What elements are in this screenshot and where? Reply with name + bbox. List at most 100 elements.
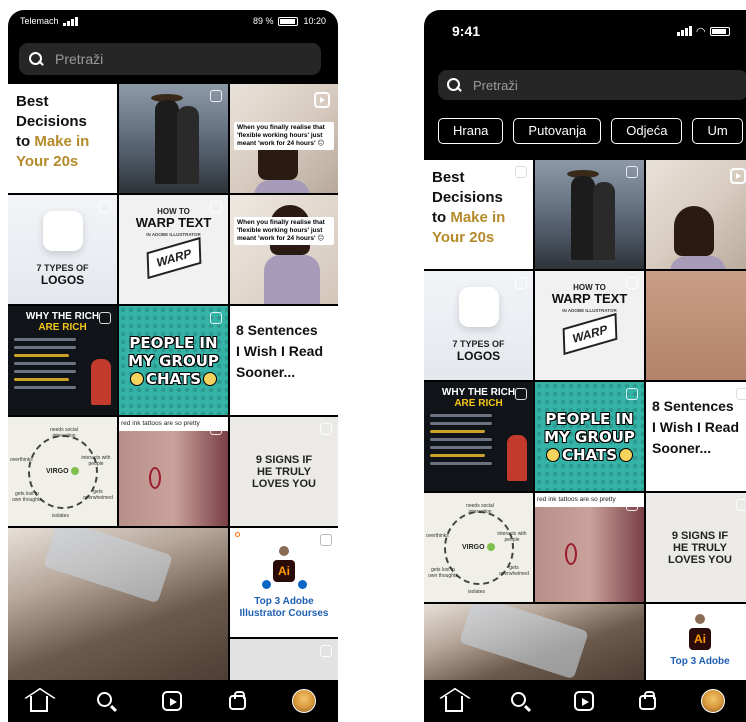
search-bar[interactable]: Pretraži bbox=[19, 43, 321, 75]
multi-post-icon bbox=[320, 645, 332, 657]
post-caption: When you finally realise that 'flexible … bbox=[234, 122, 334, 150]
multi-post-icon bbox=[515, 166, 527, 178]
avatar bbox=[279, 546, 289, 556]
post-caption: When you finally realise that 'flexible … bbox=[234, 217, 334, 245]
post-tile-partial-photo[interactable] bbox=[646, 271, 746, 380]
multi-post-icon bbox=[210, 312, 222, 324]
bottom-nav bbox=[424, 680, 746, 722]
multi-post-icon bbox=[320, 534, 332, 546]
emoji-face-icon bbox=[619, 448, 634, 462]
emoji-face-icon bbox=[203, 372, 218, 386]
status-time: 10:20 bbox=[303, 16, 326, 26]
reels-icon[interactable] bbox=[573, 690, 595, 712]
post-tile-9-signs[interactable]: 9 SIGNS IF HE TRULY LOVES YOU bbox=[646, 493, 746, 602]
linkedin-icon bbox=[298, 580, 307, 589]
battery-icon bbox=[278, 16, 299, 26]
multi-post-icon bbox=[99, 312, 111, 324]
profile-avatar[interactable] bbox=[701, 689, 725, 713]
multi-post-icon bbox=[210, 201, 222, 213]
multi-post-icon bbox=[626, 499, 638, 511]
search-placeholder: Pretraži bbox=[55, 51, 104, 67]
post-tile-warp-text[interactable]: HOW TO WARP TEXT IN ADOBE ILLUSTRATOR WA… bbox=[119, 195, 228, 304]
shop-icon[interactable] bbox=[227, 690, 249, 712]
avatar bbox=[695, 614, 705, 624]
search-icon[interactable] bbox=[95, 690, 118, 713]
post-tile-working-hours-reel[interactable]: When you finally realise that 'flexible … bbox=[230, 84, 338, 193]
search-bar[interactable]: Pretraži bbox=[438, 70, 746, 100]
multi-post-icon bbox=[210, 423, 222, 435]
phone-screen-right: 9:41 ◠ Pretraži Hrana Putovanja Odjeća U… bbox=[424, 10, 746, 722]
multi-post-icon bbox=[210, 90, 222, 102]
post-tile-hair-closeup[interactable] bbox=[424, 604, 644, 684]
home-icon[interactable] bbox=[445, 690, 467, 712]
multi-post-icon bbox=[99, 90, 111, 102]
multi-post-icon bbox=[99, 201, 111, 213]
reel-icon bbox=[314, 92, 330, 108]
home-icon[interactable] bbox=[29, 690, 52, 712]
search-icon bbox=[29, 52, 43, 66]
status-bar: Telemach 89 % 10:20 bbox=[8, 10, 338, 32]
multi-post-icon bbox=[515, 388, 527, 400]
post-tile-virgo[interactable]: needs social interaction overthinks inte… bbox=[424, 493, 533, 602]
chip-odjeca[interactable]: Odjeća bbox=[611, 118, 683, 144]
post-tile-why-rich[interactable]: WHY THE RICH ARE RICH bbox=[8, 306, 117, 415]
profile-avatar[interactable] bbox=[292, 689, 317, 713]
post-tile-adobe-courses[interactable]: Ai Top 3 Adobe Illustrator Courses bbox=[230, 528, 338, 637]
post-tile-8-sentences[interactable]: 8 Sentences I Wish I Read Sooner... bbox=[230, 306, 338, 415]
chip-um[interactable]: Um bbox=[692, 118, 743, 144]
post-tile-best-decisions[interactable]: Best Decisions to Make in Your 20s bbox=[8, 84, 117, 193]
multi-post-icon bbox=[320, 312, 332, 324]
virgo-icon bbox=[70, 467, 79, 475]
chip-putovanja[interactable]: Putovanja bbox=[513, 118, 602, 144]
multi-post-icon bbox=[626, 277, 638, 289]
multi-post-icon bbox=[736, 499, 746, 511]
explore-grid: BestDecisionsto Make inYour 20s When you… bbox=[424, 160, 746, 684]
virgo-icon bbox=[486, 543, 495, 551]
post-tile-warp-text[interactable]: HOW TO WARP TEXT IN ADOBE ILLUSTRATOR WA… bbox=[535, 271, 644, 380]
apple-logo-icon bbox=[458, 287, 499, 327]
carrier-label: Telemach bbox=[20, 16, 59, 26]
post-tile-red-ink-tattoos[interactable]: red ink tattoos are so pretty bbox=[119, 417, 228, 526]
post-tile-stadium-couple[interactable] bbox=[119, 84, 228, 193]
chip-hrana[interactable]: Hrana bbox=[438, 118, 504, 144]
apple-logo-icon bbox=[42, 211, 83, 251]
multi-post-icon bbox=[626, 388, 638, 400]
multi-post-icon bbox=[626, 166, 638, 178]
multi-post-icon bbox=[515, 277, 527, 289]
emoji-face-icon bbox=[129, 372, 144, 386]
post-tile-9-signs[interactable]: 9 SIGNS IF HE TRULY LOVES YOU bbox=[230, 417, 338, 526]
multi-post-icon bbox=[320, 423, 332, 435]
phone-screen-left: Telemach 89 % 10:20 Pretraži Best Decisio… bbox=[8, 10, 338, 722]
post-tile-group-chats[interactable]: PEOPLE IN MY GROUP CHATS bbox=[119, 306, 228, 415]
reels-icon[interactable] bbox=[161, 690, 183, 712]
reel-icon bbox=[730, 168, 746, 184]
explore-grid: BestDecisionsto Make inYour 20s When you… bbox=[8, 84, 338, 691]
post-tile-why-rich[interactable]: WHY THE RICH ARE RICH bbox=[424, 382, 533, 491]
shop-icon[interactable] bbox=[637, 690, 659, 712]
emoji-face-icon bbox=[545, 448, 560, 462]
post-tile-working-hours[interactable]: When you finally realise that 'flexible … bbox=[230, 195, 338, 304]
linkedin-icon bbox=[262, 580, 271, 589]
search-icon[interactable] bbox=[509, 690, 532, 713]
post-tile-red-ink-tattoos[interactable]: red ink tattoos are so pretty bbox=[535, 493, 644, 602]
post-tile-best-decisions[interactable]: Best Decisions to Make in Your 20s bbox=[424, 160, 533, 269]
status-time: 9:41 bbox=[452, 23, 481, 39]
post-tile-logos[interactable]: 7 TYPES OF LOGOS bbox=[424, 271, 533, 380]
post-tile-group-chats[interactable]: PEOPLE IN MY GROUP CHATS bbox=[535, 382, 644, 491]
search-placeholder: Pretraži bbox=[473, 77, 518, 93]
category-chips: Hrana Putovanja Odjeća Um bbox=[438, 118, 743, 144]
post-tile-logos[interactable]: 7 TYPES OF LOGOS bbox=[8, 195, 117, 304]
post-tile-hair-closeup[interactable] bbox=[8, 528, 228, 691]
bottom-nav bbox=[8, 680, 338, 722]
post-tile-8-sentences[interactable]: 8 Sentences I Wish I Read Sooner... bbox=[646, 382, 746, 491]
post-tile-adobe-courses[interactable]: Ai Top 3 Adobe bbox=[646, 604, 746, 684]
post-tile-virgo[interactable]: needs social interaction overthinks inte… bbox=[8, 417, 117, 526]
post-tile-working-hours-reel[interactable]: When you finally realise that 'flexible … bbox=[646, 160, 746, 269]
signal-icon bbox=[676, 26, 692, 36]
battery-percent: 89 % bbox=[252, 16, 274, 26]
signal-icon bbox=[62, 16, 78, 26]
status-bar: 9:41 ◠ bbox=[424, 10, 746, 52]
wifi-icon: ◠ bbox=[696, 25, 705, 38]
post-tile-stadium-couple[interactable] bbox=[535, 160, 644, 269]
adobe-illustrator-logo: Ai bbox=[273, 560, 295, 582]
